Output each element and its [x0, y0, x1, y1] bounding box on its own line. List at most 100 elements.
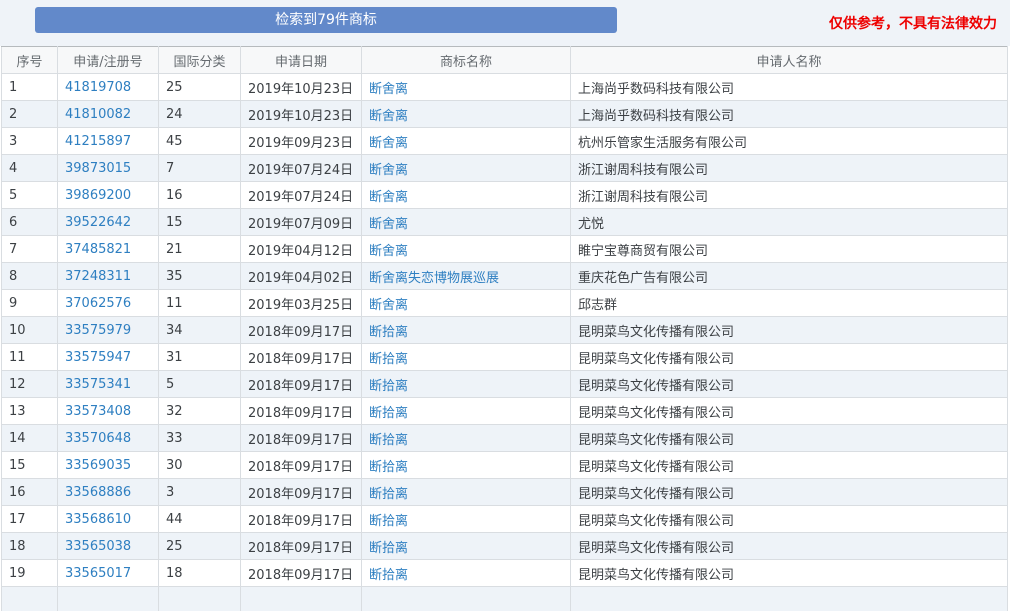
application-no-link-cell: 33575947: [58, 344, 159, 371]
applicant-name-cell: 昆明菜鸟文化传播有限公司: [571, 452, 1008, 479]
applicant-name-cell: 尤悦: [571, 209, 1008, 236]
trademark-name-link-cell: 断舍离: [362, 74, 571, 101]
trademark-name-link[interactable]: 断拾离: [369, 325, 408, 340]
trademark-name-link[interactable]: 断舍离: [369, 244, 408, 259]
application-no-link[interactable]: 33565017: [65, 566, 131, 581]
application-date-cell: 2019年07月24日: [241, 182, 362, 209]
trademark-name-link-cell: 断拾离: [362, 479, 571, 506]
application-no-link[interactable]: 39522642: [65, 215, 131, 230]
application-no-link[interactable]: 37485821: [65, 242, 131, 257]
table-row: 6 39522642 152019年07月09日断舍离 尤悦: [2, 209, 1008, 236]
trademark-name-link[interactable]: 断拾离: [369, 460, 408, 475]
table-row: 1433570648332018年09月17日断拾离昆明菜鸟文化传播有限公司: [2, 425, 1008, 452]
application-date-cell: 2019年07月09日: [241, 209, 362, 236]
trademark-name-link[interactable]: 断舍离: [369, 109, 408, 124]
application-no-link[interactable]: 41819708: [65, 80, 131, 95]
trademark-name-link[interactable]: 断拾离: [369, 352, 408, 367]
trademark-name-link-cell: 断拾离: [362, 371, 571, 398]
trademark-name-link-cell: 断舍离: [362, 155, 571, 182]
application-date-cell: 2018年09月17日: [241, 371, 362, 398]
application-date-cell: 2019年10月23日: [241, 101, 362, 128]
application-date-cell: 2018年09月17日: [241, 398, 362, 425]
legal-disclaimer-text: 仅供参考，不具有法律效力: [829, 13, 997, 33]
applicant-name-cell: 上海尚乎数码科技有限公司: [571, 101, 1008, 128]
intl-class-cell: 7: [159, 155, 241, 182]
table-row: 241810082242019年10月23日断舍离上海尚乎数码科技有限公司: [2, 101, 1008, 128]
trademark-name-link-cell: 断拾离: [362, 344, 571, 371]
intl-class-cell: 32: [159, 398, 241, 425]
trademark-name-link[interactable]: 断拾离: [369, 406, 408, 421]
application-no-link-cell: 33568610: [58, 506, 159, 533]
trademark-name-link[interactable]: 断舍离: [369, 136, 408, 151]
application-no-link[interactable]: 37062576: [65, 296, 131, 311]
table-row: 937062576112019年03月25日断舍离邱志群: [2, 290, 1008, 317]
trademark-name-link-cell: 断拾离: [362, 506, 571, 533]
table-row: 1833565038252018年09月17日断拾离昆明菜鸟文化传播有限公司: [2, 533, 1008, 560]
application-no-link[interactable]: 33575341: [65, 377, 131, 392]
intl-class-cell: 44: [159, 506, 241, 533]
header-intl-class: 国际分类: [159, 47, 241, 74]
trademark-name-link[interactable]: 断拾离: [369, 487, 408, 502]
trademark-name-link-cell: 断舍离: [362, 209, 571, 236]
trademark-name-link[interactable]: 断拾离: [369, 379, 408, 394]
row-index-cell: 10: [2, 317, 58, 344]
application-no-link-cell: 33575979: [58, 317, 159, 344]
trademark-name-link-cell: 断拾离: [362, 317, 571, 344]
table-header-row: 序号 申请/注册号 国际分类 申请日期 商标名称 申请人名称: [2, 47, 1008, 74]
application-no-link[interactable]: 39869200: [65, 188, 131, 203]
table-row: 1033575979342018年09月17日断拾离昆明菜鸟文化传播有限公司: [2, 317, 1008, 344]
application-no-link-cell: 33565038: [58, 533, 159, 560]
application-no-link-cell: 33565017: [58, 560, 159, 587]
application-no-link[interactable]: 37248311: [65, 269, 131, 284]
application-no-link[interactable]: 33568610: [65, 512, 131, 527]
application-no-link-cell: 39869200: [58, 182, 159, 209]
application-no-link[interactable]: 33575979: [65, 323, 131, 338]
application-no-link-cell: 41819708: [58, 74, 159, 101]
intl-class-cell: 15: [159, 209, 241, 236]
application-no-link[interactable]: 33569035: [65, 458, 131, 473]
row-index-cell: 7: [2, 236, 58, 263]
intl-class-cell: 16: [159, 182, 241, 209]
application-no-link-cell: 33569035: [58, 452, 159, 479]
row-index-cell: 18: [2, 533, 58, 560]
application-date-cell: 2018年09月17日: [241, 452, 362, 479]
trademark-name-link[interactable]: 断舍离: [369, 298, 408, 313]
application-no-link-cell: 33575341: [58, 371, 159, 398]
trademark-name-link[interactable]: 断舍离: [369, 217, 408, 232]
application-no-link[interactable]: 33570648: [65, 431, 131, 446]
trademark-name-link[interactable]: 断拾离: [369, 541, 408, 556]
table-row: 1933565017182018年09月17日断拾离昆明菜鸟文化传播有限公司: [2, 560, 1008, 587]
row-index-cell: 11: [2, 344, 58, 371]
empty-cell: [241, 587, 362, 611]
trademark-name-link[interactable]: 断舍离: [369, 82, 408, 97]
row-index-cell: 16: [2, 479, 58, 506]
table-row: 1533569035302018年09月17日断拾离昆明菜鸟文化传播有限公司: [2, 452, 1008, 479]
trademark-name-link[interactable]: 断舍离: [369, 190, 408, 205]
application-no-link-cell: 41215897: [58, 128, 159, 155]
search-result-count-button[interactable]: 检索到79件商标: [35, 7, 617, 33]
table-row: 737485821212019年04月12日断舍离睢宁宝尊商贸有限公司: [2, 236, 1008, 263]
application-no-link[interactable]: 33565038: [65, 539, 131, 554]
application-date-cell: 2018年09月17日: [241, 425, 362, 452]
application-no-link[interactable]: 39873015: [65, 161, 131, 176]
empty-cell: [362, 587, 571, 611]
application-date-cell: 2019年04月02日: [241, 263, 362, 290]
application-no-link[interactable]: 41215897: [65, 134, 131, 149]
row-index-cell: 6: [2, 209, 58, 236]
application-no-link[interactable]: 33575947: [65, 350, 131, 365]
table-row: 837248311352019年04月02日断舍离失恋博物展巡展重庆花色广告有限…: [2, 263, 1008, 290]
trademark-name-link[interactable]: 断拾离: [369, 433, 408, 448]
application-no-link[interactable]: 33568886: [65, 485, 131, 500]
intl-class-cell: 34: [159, 317, 241, 344]
applicant-name-cell: 昆明菜鸟文化传播有限公司: [571, 398, 1008, 425]
table-row: 163356888632018年09月17日断拾离昆明菜鸟文化传播有限公司: [2, 479, 1008, 506]
application-no-link[interactable]: 41810082: [65, 107, 131, 122]
table-row: 539869200162019年07月24日断舍离浙江谢周科技有限公司: [2, 182, 1008, 209]
row-index-cell: 1: [2, 74, 58, 101]
trademark-name-link[interactable]: 断拾离: [369, 514, 408, 529]
intl-class-cell: 25: [159, 74, 241, 101]
application-no-link[interactable]: 33573408: [65, 404, 131, 419]
trademark-name-link[interactable]: 断拾离: [369, 568, 408, 583]
trademark-name-link[interactable]: 断舍离失恋博物展巡展: [369, 271, 499, 286]
trademark-name-link[interactable]: 断舍离: [369, 163, 408, 178]
